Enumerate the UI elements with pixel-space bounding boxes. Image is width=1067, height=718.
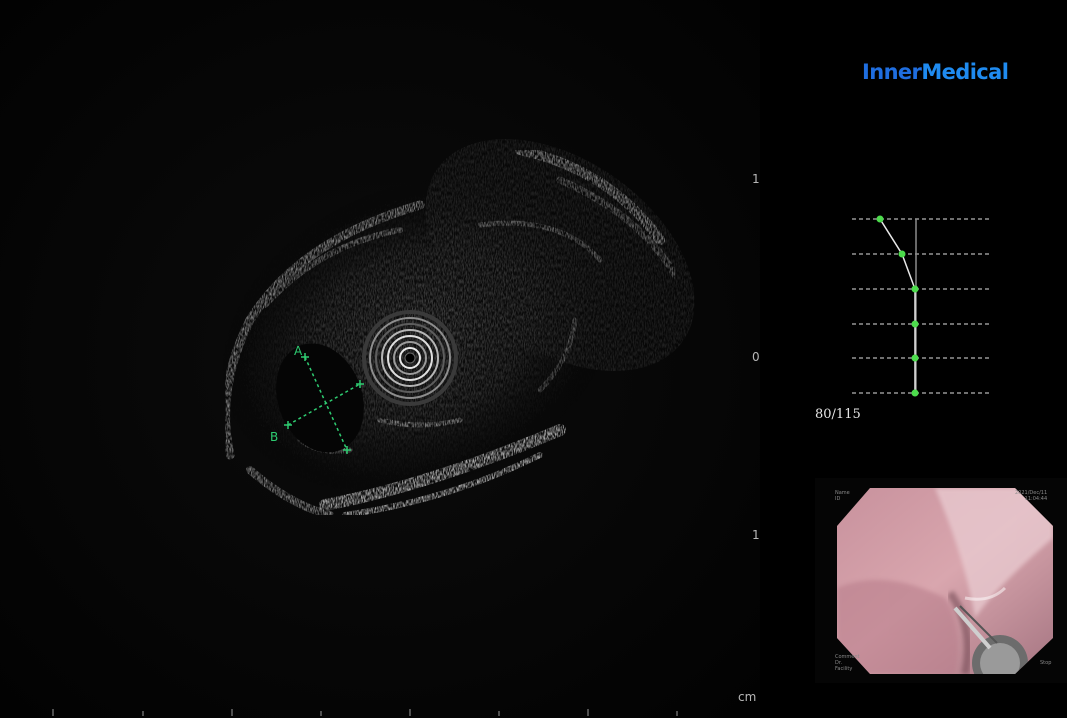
scan-path: [879, 218, 916, 393]
depth-label-top: 1: [752, 172, 760, 186]
ultrasound-scan: A B: [52, 138, 695, 716]
scan-frame-marker: [911, 285, 919, 293]
endoscope-datetime: 2021/Dec/11 11:04:44: [1015, 490, 1048, 502]
brand-logo-part: Medical: [921, 60, 1009, 84]
scan-frame-marker: [911, 389, 919, 397]
depth-label-middle: 0: [752, 350, 760, 364]
caliper-label-a: A: [294, 344, 303, 358]
brand-logo-part: Inner: [862, 60, 922, 84]
scan-frame-counter: 80/115: [815, 407, 861, 422]
horizontal-scale-ticks: [52, 709, 678, 716]
endoscope-patient-info: Name ID: [835, 490, 850, 502]
scan-position-indicator[interactable]: [840, 205, 1000, 405]
depth-label-bottom: 1: [752, 528, 760, 542]
scan-frame-marker: [876, 215, 884, 223]
scan-frame-marker: [898, 250, 906, 258]
caliper-label-b: B: [270, 430, 278, 444]
scan-frame-marker: [911, 320, 919, 328]
brand-logo: InnerMedical: [862, 60, 1009, 84]
depth-unit-label: cm: [738, 690, 757, 704]
endoscope-status: Stop: [1040, 660, 1052, 666]
scan-frame-marker: [911, 354, 919, 362]
ultrasound-image-view[interactable]: A B: [0, 0, 760, 718]
endoscope-image: [837, 488, 1053, 674]
endoscope-view-panel[interactable]: Name ID 2021/Dec/11 11:04:44 Comment Dr.…: [815, 478, 1067, 683]
frame-guide-lines: [852, 218, 990, 394]
endoscope-comment-info: Comment Dr. Facility: [835, 654, 860, 672]
